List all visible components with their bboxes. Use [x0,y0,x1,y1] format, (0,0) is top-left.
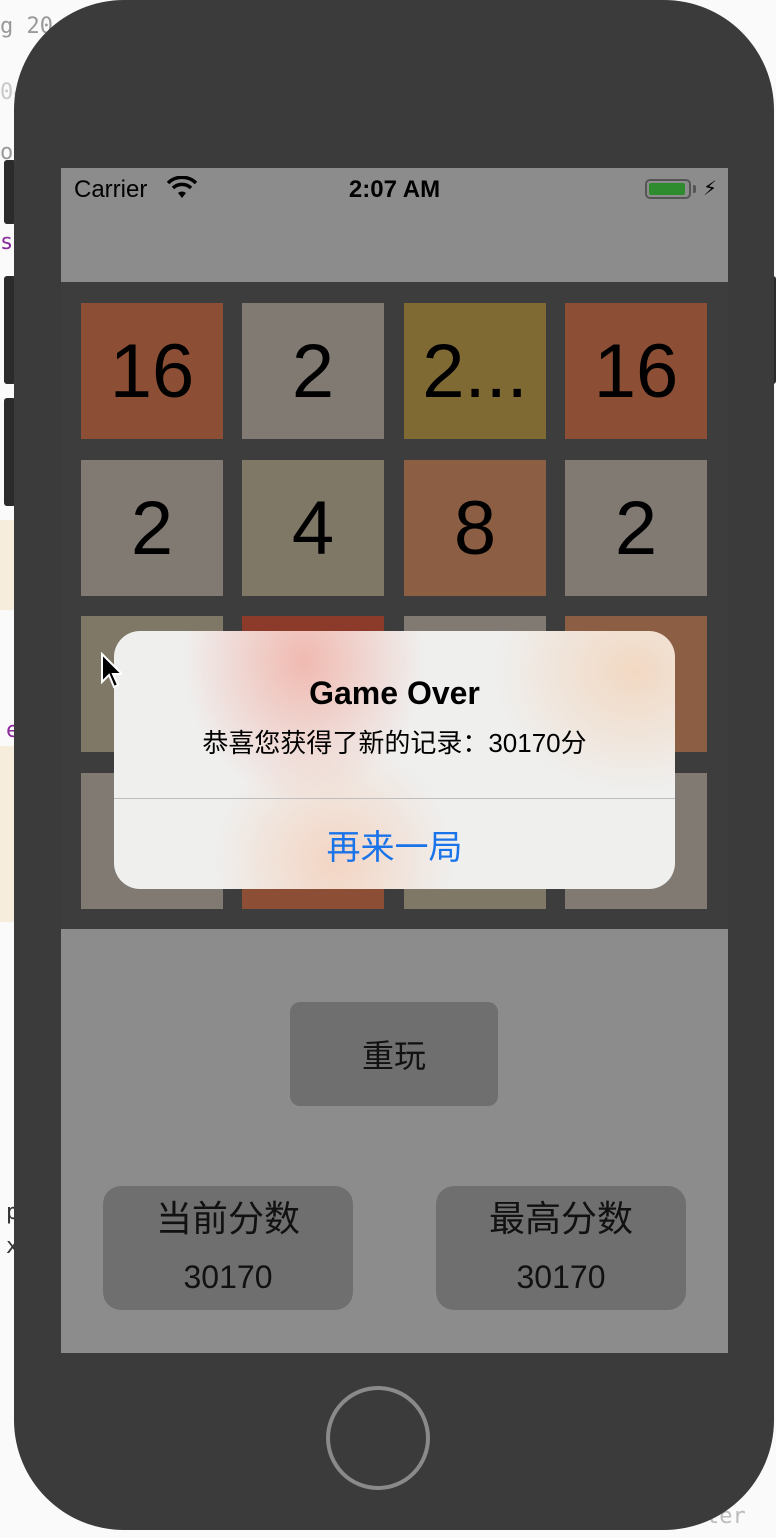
game-over-alert: Game Over 恭喜您获得了新的记录：30170分 再来一局 [114,631,675,889]
battery-icon [645,179,691,199]
background-text: s [0,230,14,255]
current-score-value: 30170 [183,1259,273,1295]
alert-title: Game Over [309,675,480,711]
tile: 2 [565,460,707,596]
mouse-cursor-icon [101,652,122,689]
replay-button[interactable]: 重玩 [290,1002,498,1106]
tile: 2... [404,303,546,439]
best-score-box: 最高分数 30170 [436,1186,686,1310]
best-score-label: 最高分数 [488,1198,633,1239]
status-bar: Carrier 2:07 AM ⚡ [61,168,728,212]
battery-nub [693,185,696,193]
status-time: 2:07 AM [348,176,441,203]
tile: 16 [81,303,223,439]
tile: 2 [242,303,384,439]
background-highlight [0,520,14,610]
alert-message: 恭喜您获得了新的记录：30170分 [202,728,587,758]
current-score-box: 当前分数 30170 [103,1186,353,1310]
tile: 8 [404,460,546,596]
home-button[interactable] [326,1386,430,1490]
tile: 2 [81,460,223,596]
charging-bolt-icon: ⚡ [703,178,718,200]
tile: 16 [565,303,707,439]
current-score-label: 当前分数 [155,1198,300,1239]
play-again-button[interactable]: 再来一局 [114,799,675,889]
best-score-value: 30170 [516,1259,606,1295]
background-highlight [0,746,14,922]
tile: 4 [242,460,384,596]
